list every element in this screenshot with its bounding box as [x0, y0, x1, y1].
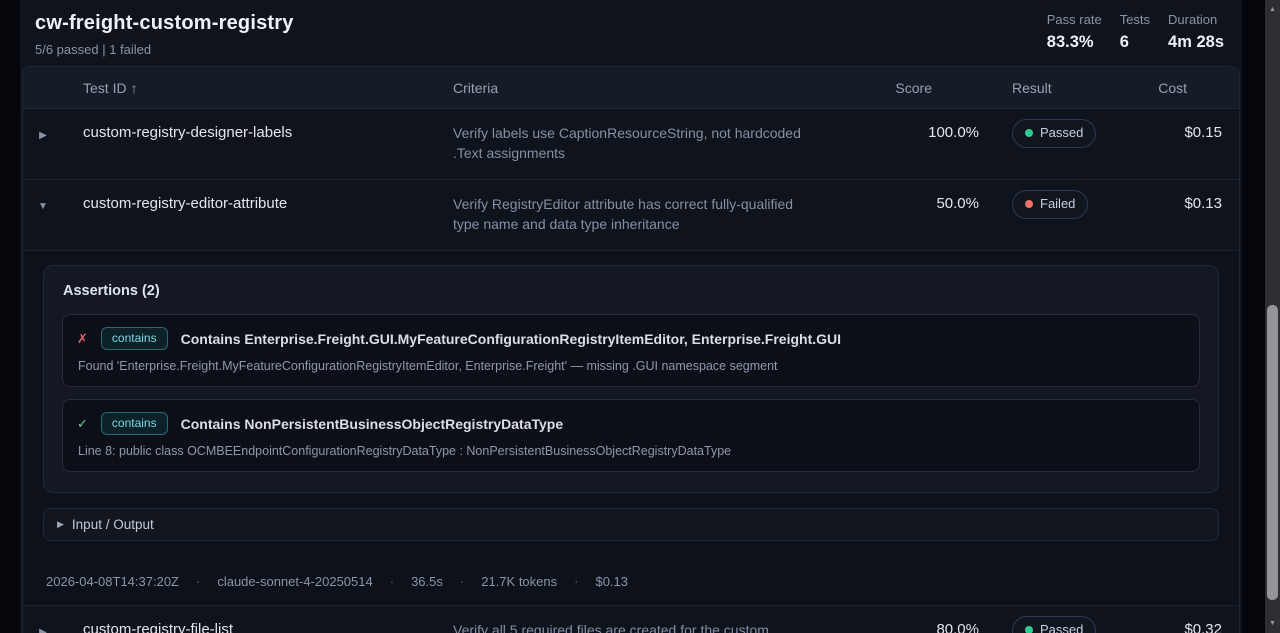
- column-label: Test ID: [83, 80, 127, 96]
- test-cost: $0.13: [1147, 180, 1239, 250]
- assertion-list: ✗ contains Contains Enterprise.Freight.G…: [62, 314, 1200, 472]
- assertion-pass-icon: ✓: [77, 416, 88, 432]
- table-row-editor-attribute[interactable]: ▼ custom-registry-editor-attribute Verif…: [23, 179, 1239, 250]
- fail-dot-icon: [1025, 200, 1033, 208]
- input-output-toggle[interactable]: ▶ Input / Output: [43, 508, 1219, 541]
- test-score: 80.0%: [841, 606, 987, 633]
- assertion-card-failed: ✗ contains Contains Enterprise.Freight.G…: [62, 314, 1200, 387]
- column-header-test-id[interactable]: Test ID↑: [63, 80, 433, 96]
- token-count: 21.7K tokens: [481, 574, 557, 589]
- result-cell: Passed: [987, 606, 1147, 633]
- assertions-title: Assertions (2): [63, 283, 1200, 299]
- column-header-cost[interactable]: Cost: [1147, 80, 1239, 96]
- scroll-up-arrow-icon[interactable]: ▲: [1265, 1, 1280, 17]
- test-id: custom-registry-file-list: [63, 606, 433, 633]
- results-table: Test ID↑ Criteria Score Result Cost ▶ cu…: [22, 66, 1240, 633]
- assertion-head: ✓ contains Contains NonPersistentBusines…: [77, 412, 1185, 435]
- assertion-title: Contains Enterprise.Freight.GUI.MyFeatur…: [181, 331, 841, 347]
- test-criteria: Verify all 5 required files are created …: [433, 606, 841, 633]
- column-header-criteria[interactable]: Criteria: [433, 80, 841, 96]
- caret-right-icon: ▶: [57, 519, 64, 530]
- sort-ascending-icon[interactable]: ↑: [131, 80, 138, 96]
- pass-dot-icon: [1025, 129, 1033, 137]
- scrollbar-thumb[interactable]: [1267, 305, 1278, 600]
- stat-label: Duration: [1168, 12, 1224, 27]
- pass-summary: 5/6 passed | 1 failed: [35, 42, 294, 57]
- assertion-title: Contains NonPersistentBusinessObjectRegi…: [181, 416, 564, 432]
- run-metadata: 2026-04-08T14:37:20Z · claude-sonnet-4-2…: [43, 574, 1219, 589]
- column-header-result[interactable]: Result: [987, 80, 1147, 96]
- run-title-block: cw-freight-custom-registry 5/6 passed | …: [35, 12, 294, 57]
- status-label: Passed: [1040, 620, 1083, 633]
- dot-separator: ·: [460, 574, 464, 589]
- test-cost: $0.15: [1147, 109, 1239, 179]
- cost: $0.13: [595, 574, 628, 589]
- status-badge: Failed: [1012, 190, 1088, 219]
- stat-duration: Duration 4m 28s: [1168, 12, 1224, 52]
- stat-value: 83.3%: [1047, 33, 1102, 52]
- stat-value: 6: [1120, 33, 1150, 52]
- expand-caret-icon[interactable]: ▶: [23, 606, 63, 633]
- matcher-badge: contains: [101, 327, 168, 350]
- duration: 36.5s: [411, 574, 443, 589]
- test-score: 100.0%: [841, 109, 987, 179]
- test-run-page: cw-freight-custom-registry 5/6 passed | …: [0, 0, 1280, 633]
- test-id: custom-registry-editor-attribute: [63, 180, 433, 250]
- test-cost: $0.32: [1147, 606, 1239, 633]
- assertion-head: ✗ contains Contains Enterprise.Freight.G…: [77, 327, 1185, 350]
- scroll-down-arrow-icon[interactable]: ▼: [1265, 615, 1280, 631]
- model-name: claude-sonnet-4-20250514: [217, 574, 372, 589]
- assertion-card-passed: ✓ contains Contains NonPersistentBusines…: [62, 399, 1200, 472]
- matcher-badge: contains: [101, 412, 168, 435]
- test-score: 50.0%: [841, 180, 987, 250]
- column-header-score[interactable]: Score: [841, 80, 987, 96]
- assertions-panel: Assertions (2) ✗ contains Contains Enter…: [43, 265, 1219, 493]
- status-badge: Passed: [1012, 119, 1096, 148]
- assertion-fail-icon: ✗: [77, 331, 88, 347]
- stat-label: Pass rate: [1047, 12, 1102, 27]
- pass-dot-icon: [1025, 626, 1033, 633]
- status-label: Failed: [1040, 194, 1075, 214]
- run-header: cw-freight-custom-registry 5/6 passed | …: [20, 0, 1242, 57]
- result-cell: Failed: [987, 180, 1147, 250]
- assertion-detail: Found 'Enterprise.Freight.MyFeatureConfi…: [77, 359, 1185, 373]
- status-label: Passed: [1040, 123, 1083, 143]
- test-criteria: Verify RegistryEditor attribute has corr…: [433, 180, 841, 250]
- test-id: custom-registry-designer-labels: [63, 109, 433, 179]
- vertical-scrollbar[interactable]: ▲ ▼: [1265, 0, 1280, 633]
- page-title: cw-freight-custom-registry: [35, 12, 294, 35]
- input-output-label: Input / Output: [72, 517, 154, 532]
- timestamp: 2026-04-08T14:37:20Z: [46, 574, 179, 589]
- table-row-file-list[interactable]: ▶ custom-registry-file-list Verify all 5…: [23, 605, 1239, 633]
- status-badge: Passed: [1012, 616, 1096, 633]
- stat-label: Tests: [1120, 12, 1150, 27]
- result-cell: Passed: [987, 109, 1147, 179]
- table-row-designer-labels[interactable]: ▶ custom-registry-designer-labels Verify…: [23, 109, 1239, 179]
- expanded-test-detail: Assertions (2) ✗ contains Contains Enter…: [23, 250, 1239, 605]
- stat-value: 4m 28s: [1168, 33, 1224, 52]
- assertion-detail: Line 8: public class OCMBEEndpointConfig…: [77, 444, 1185, 458]
- stat-tests: Tests 6: [1120, 12, 1150, 52]
- expand-caret-icon[interactable]: ▶: [23, 109, 63, 179]
- dot-separator: ·: [196, 574, 200, 589]
- run-stats: Pass rate 83.3% Tests 6 Duration 4m 28s: [1047, 12, 1224, 52]
- stat-pass-rate: Pass rate 83.3%: [1047, 12, 1102, 52]
- content-panel: cw-freight-custom-registry 5/6 passed | …: [20, 0, 1242, 633]
- dot-separator: ·: [390, 574, 394, 589]
- test-criteria: Verify labels use CaptionResourceString,…: [433, 109, 841, 179]
- table-header-row: Test ID↑ Criteria Score Result Cost: [23, 67, 1239, 109]
- collapse-caret-icon[interactable]: ▼: [23, 180, 63, 250]
- dot-separator: ·: [574, 574, 578, 589]
